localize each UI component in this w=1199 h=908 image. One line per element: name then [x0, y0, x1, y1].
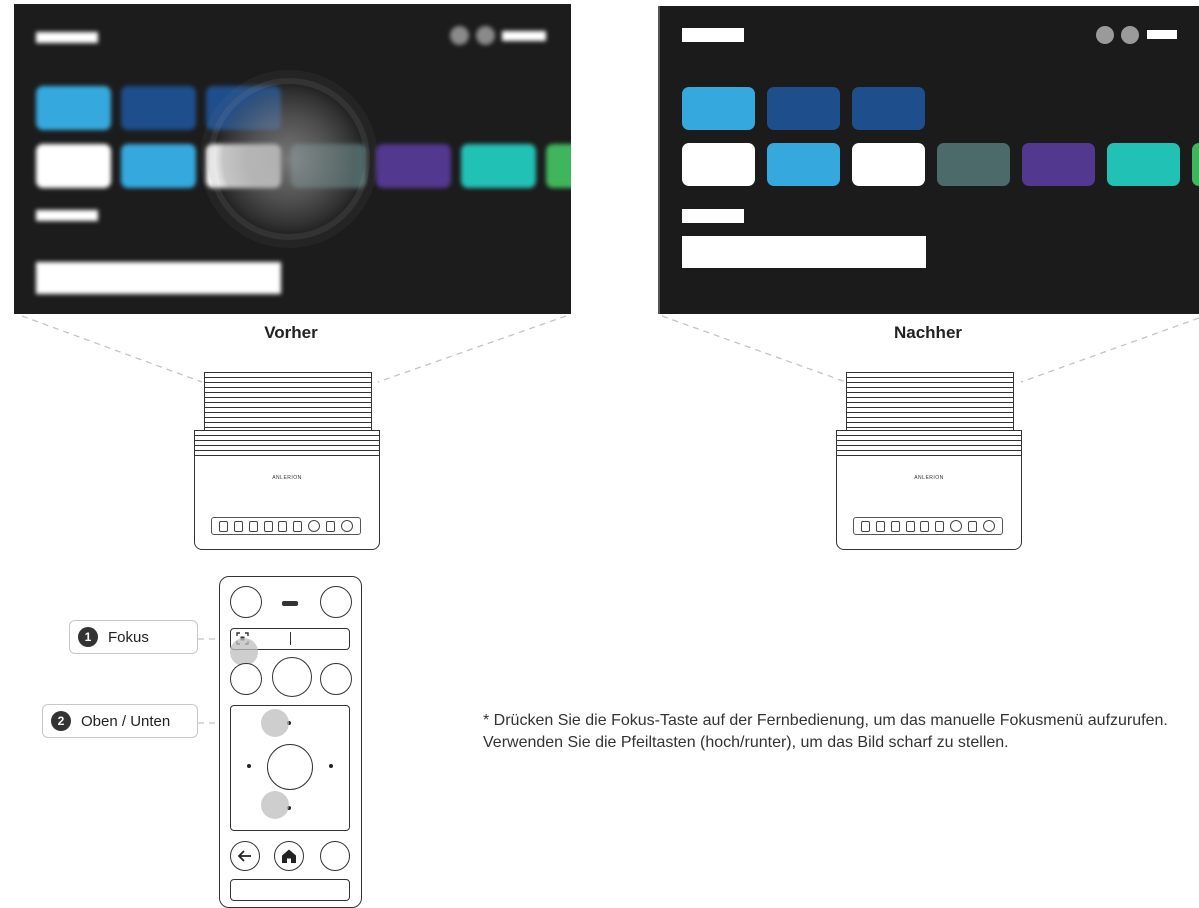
back-arrow-icon: [237, 850, 251, 862]
home-icon: [282, 849, 296, 863]
projector-after: ANLERION: [836, 372, 1022, 550]
projector-brand: ANLERION: [272, 475, 302, 481]
callout-number: 1: [78, 627, 98, 647]
projector-brand: ANLERION: [914, 475, 944, 481]
instruction-note: * Drücken Sie die Fokus-Taste auf der Fe…: [483, 712, 1168, 751]
dpad-ok-button[interactable]: [267, 744, 313, 790]
remote-left-button[interactable]: [230, 663, 262, 695]
callout-number: 2: [51, 711, 71, 731]
projector-before: ANLERION: [194, 372, 380, 550]
before-caption: Vorher: [264, 323, 318, 342]
callout-focus: 1 Fokus: [69, 620, 198, 654]
projector-control-panel: [853, 517, 1003, 535]
after-screen: [658, 6, 1199, 314]
projector-control-panel: [211, 517, 361, 535]
home-button[interactable]: [274, 841, 304, 871]
remote-right-button[interactable]: [320, 663, 352, 695]
dpad-right[interactable]: [329, 764, 333, 768]
dpad-left[interactable]: [247, 764, 251, 768]
callout-label: Fokus: [108, 628, 149, 646]
remote-bottom-bar: [230, 879, 350, 901]
back-button[interactable]: [230, 841, 260, 871]
remote-power-button[interactable]: [320, 586, 352, 618]
down-press-indicator: [261, 791, 289, 819]
after-caption: Nachher: [893, 323, 963, 342]
focus-press-indicator: [230, 638, 258, 666]
callout-up-down: 2 Oben / Unten: [42, 704, 198, 738]
remote-indicator-bar: [282, 601, 298, 606]
remote-control: [219, 576, 362, 908]
remote-top-left-button[interactable]: [230, 586, 262, 618]
remote-dpad: [230, 705, 350, 831]
remote-menu-button[interactable]: [320, 841, 350, 871]
callout-label: Oben / Unten: [81, 712, 171, 730]
blur-lens-graphic: [214, 84, 364, 234]
up-press-indicator: [261, 709, 289, 737]
before-screen: [14, 4, 571, 314]
remote-center-top-button[interactable]: [272, 657, 312, 697]
